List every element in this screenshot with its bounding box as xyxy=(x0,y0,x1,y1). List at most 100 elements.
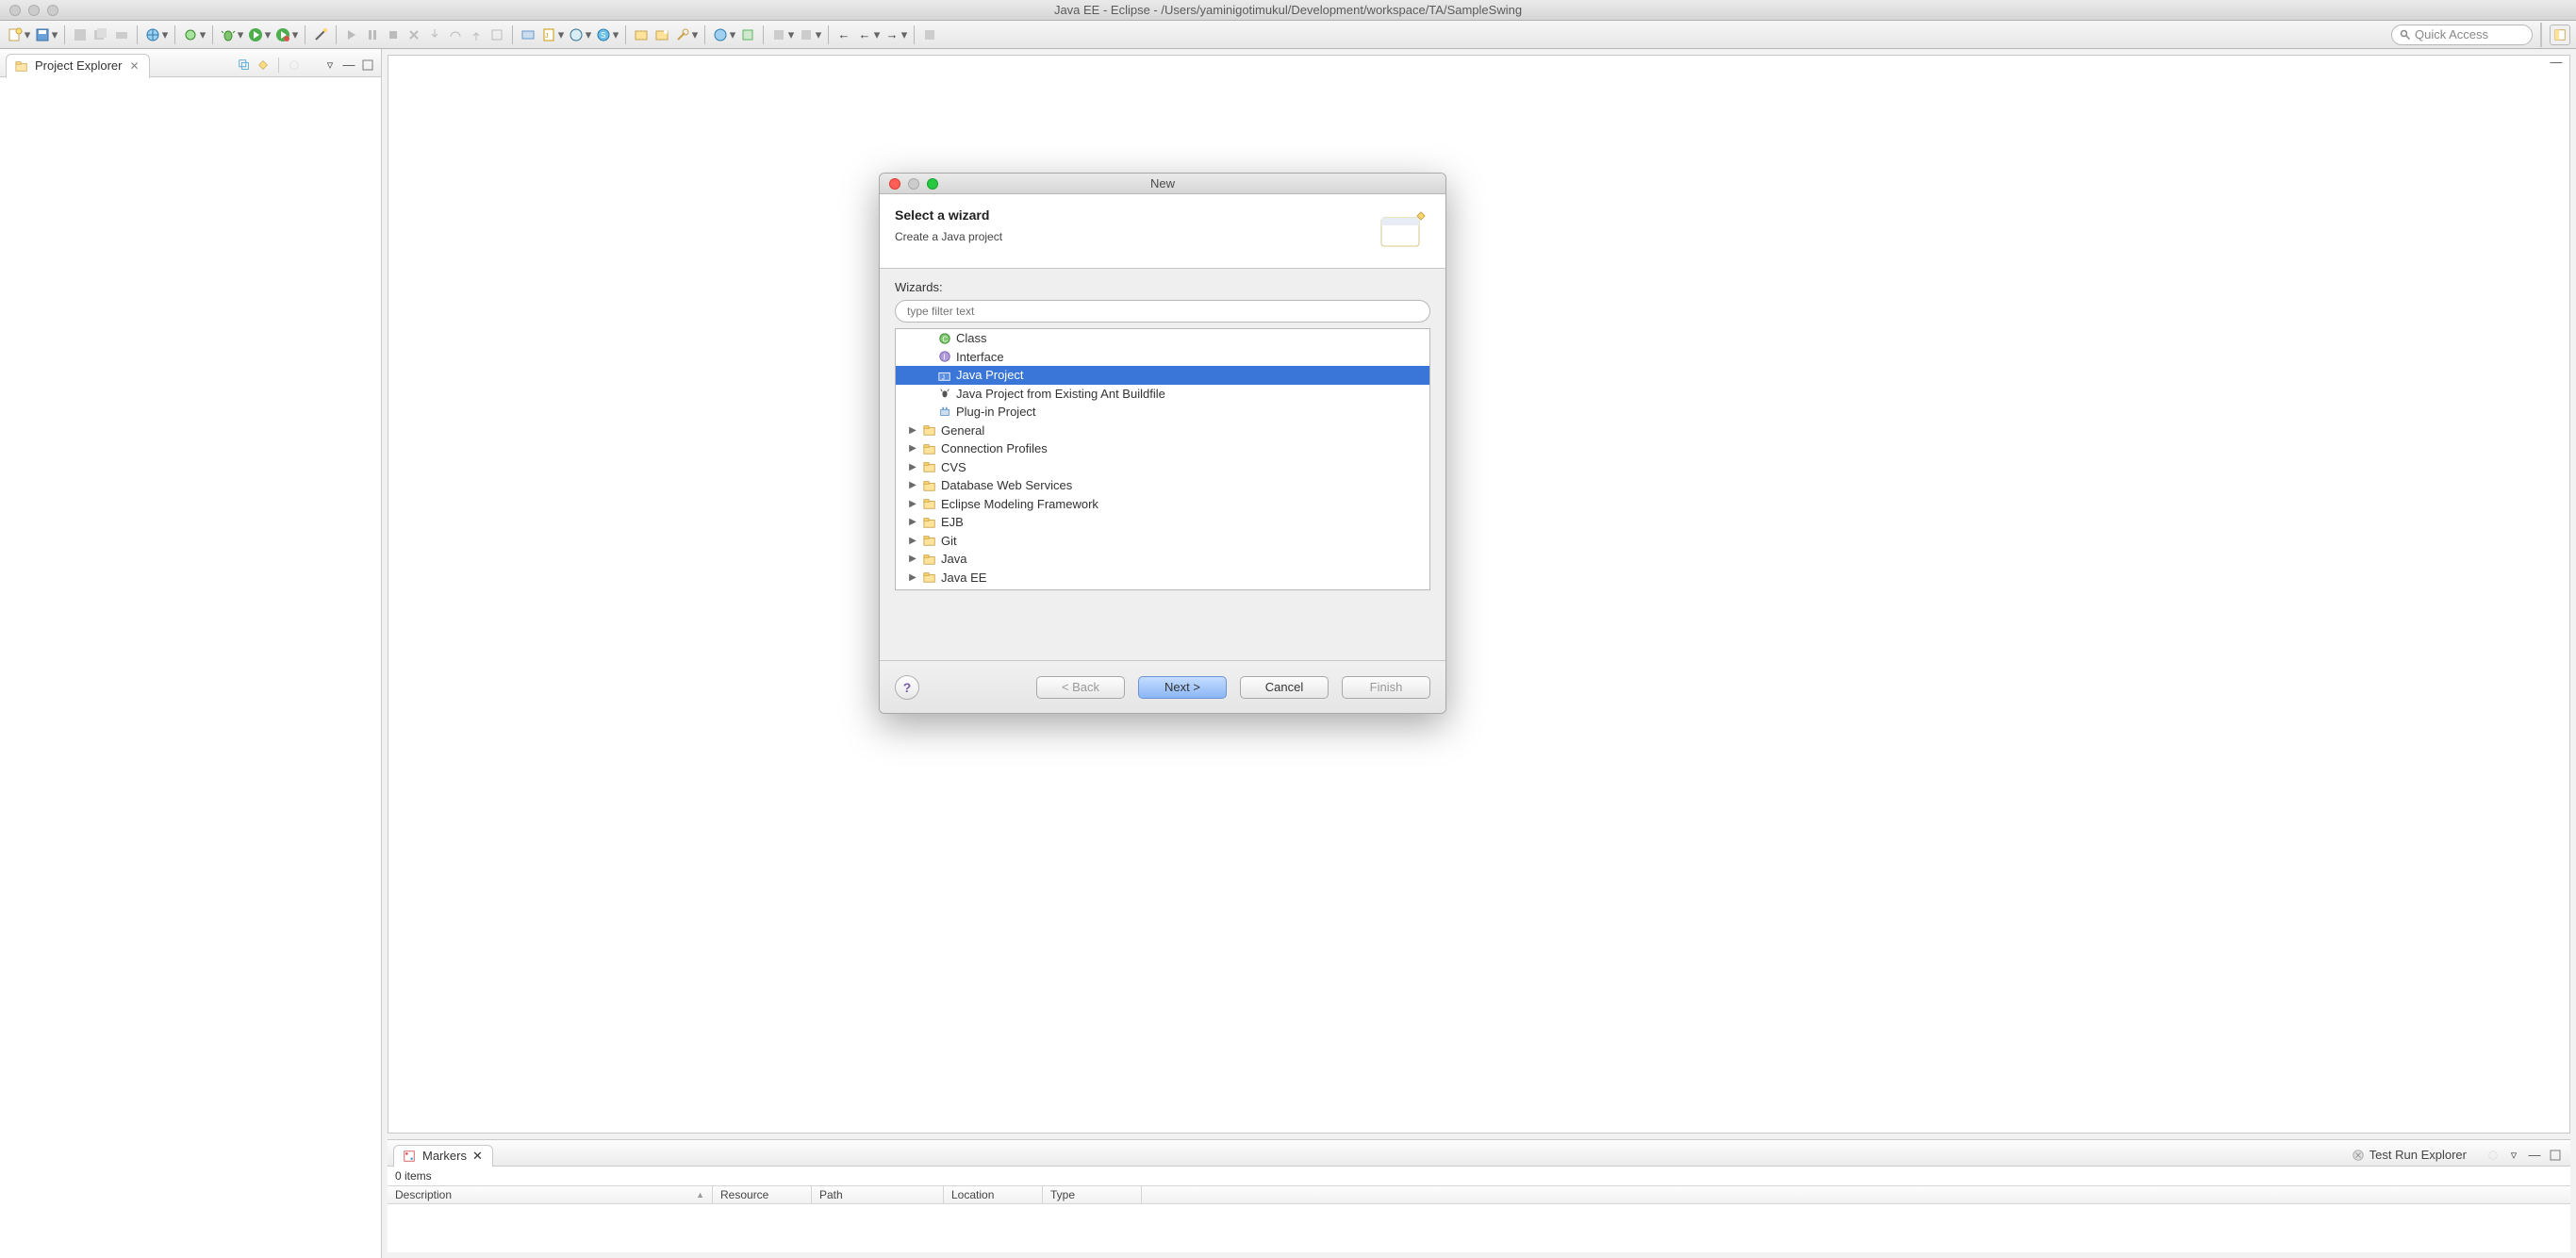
cancel-button[interactable]: Cancel xyxy=(1240,676,1329,699)
save-disabled-icon xyxy=(71,25,90,44)
minimize-editor-icon[interactable]: — xyxy=(2549,54,2564,69)
new-server-icon[interactable] xyxy=(519,25,537,44)
close-icon[interactable]: ✕ xyxy=(472,1149,483,1164)
wand-icon[interactable] xyxy=(311,25,330,44)
help-button[interactable]: ? xyxy=(895,675,919,700)
collapse-all-icon[interactable] xyxy=(237,58,252,73)
run-icon[interactable] xyxy=(246,25,265,44)
disclosure-triangle-icon[interactable]: ▶ xyxy=(907,572,918,583)
disclosure-triangle-icon[interactable]: ▶ xyxy=(907,517,918,527)
wizard-tree-item[interactable]: ▶CClass xyxy=(896,329,1429,348)
globe-icon[interactable] xyxy=(143,25,162,44)
maximize-view-icon[interactable] xyxy=(360,58,375,73)
project-explorer-body[interactable] xyxy=(0,77,381,1258)
wizard-tree-item-label: Java Project from Existing Ant Buildfile xyxy=(956,387,1165,401)
dropdown-caret-icon[interactable]: ▾ xyxy=(237,27,244,42)
dropdown-caret-icon[interactable]: ▾ xyxy=(729,27,736,42)
markers-tab-label: Markers xyxy=(422,1149,467,1163)
class-icon: C xyxy=(937,331,952,346)
dropdown-caret-icon[interactable]: ▾ xyxy=(557,27,565,42)
dropdown-caret-icon[interactable]: ▾ xyxy=(24,27,31,42)
mini-separator xyxy=(278,58,279,73)
folder-icon xyxy=(922,552,937,567)
disclosure-triangle-icon[interactable]: ▶ xyxy=(907,536,918,546)
test-config-icon[interactable] xyxy=(2485,1148,2501,1163)
new-icon[interactable] xyxy=(6,25,25,44)
dropdown-caret-icon[interactable]: ▾ xyxy=(585,27,592,42)
quick-access-input[interactable]: Quick Access xyxy=(2391,25,2533,45)
wizard-tree-item[interactable]: ▶EJB xyxy=(896,513,1429,532)
new-ejb-icon[interactable]: S xyxy=(594,25,613,44)
dropdown-caret-icon[interactable]: ▾ xyxy=(264,27,272,42)
debug-config-icon[interactable] xyxy=(181,25,200,44)
markers-tab[interactable]: Markers ✕ xyxy=(393,1145,493,1167)
dialog-heading: Select a wizard xyxy=(895,207,1359,223)
markers-icon xyxy=(402,1149,417,1164)
wizard-tree-item[interactable]: ▶Eclipse Modeling Framework xyxy=(896,495,1429,514)
toolbar-separator xyxy=(336,25,337,44)
project-explorer-view: Project Explorer ✕ ▿ — xyxy=(0,49,382,1258)
wizard-tree-item[interactable]: ▶Java xyxy=(896,550,1429,569)
disclosure-triangle-icon[interactable]: ▶ xyxy=(907,554,918,564)
col-resource[interactable]: Resource xyxy=(713,1186,812,1203)
wizard-filter-input[interactable] xyxy=(895,300,1430,323)
wizard-tree-item[interactable]: ▶IInterface xyxy=(896,348,1429,367)
wizard-tree-item[interactable]: ▶Database Web Services xyxy=(896,476,1429,495)
wizard-tree-item[interactable]: ▶Java Project from Existing Ant Buildfil… xyxy=(896,385,1429,404)
col-description[interactable]: Description▲ xyxy=(388,1186,713,1203)
print-icon xyxy=(112,25,131,44)
col-location[interactable]: Location xyxy=(944,1186,1043,1203)
wizard-tree[interactable]: ▶CClass▶IInterface▶JJava Project▶Java Pr… xyxy=(895,328,1430,590)
dropdown-caret-icon[interactable]: ▾ xyxy=(199,27,206,42)
new-servlet-icon[interactable] xyxy=(567,25,586,44)
jpa-icon[interactable] xyxy=(738,25,757,44)
wizard-tree-item[interactable]: ▶Java EE xyxy=(896,569,1429,588)
dropdown-caret-icon[interactable]: ▾ xyxy=(291,27,299,42)
search-icon xyxy=(2400,29,2411,41)
dropdown-caret-icon[interactable]: ▾ xyxy=(612,27,619,42)
view-menu-icon[interactable]: ▿ xyxy=(2506,1148,2521,1163)
disclosure-triangle-icon[interactable]: ▶ xyxy=(907,443,918,454)
col-type[interactable]: Type xyxy=(1043,1186,1142,1203)
view-menu-icon[interactable]: ▿ xyxy=(322,58,338,73)
save-icon[interactable] xyxy=(33,25,52,44)
folder-icon xyxy=(922,441,937,456)
web-browser-icon[interactable] xyxy=(711,25,730,44)
wizard-tree-item[interactable]: ▶Connection Profiles xyxy=(896,439,1429,458)
step-into-icon xyxy=(425,25,444,44)
open-type-icon[interactable] xyxy=(632,25,651,44)
test-explorer-close-icon[interactable] xyxy=(2351,1148,2366,1163)
open-perspective-button[interactable] xyxy=(2550,25,2570,45)
disclosure-triangle-icon[interactable]: ▶ xyxy=(907,462,918,472)
search-task-icon[interactable] xyxy=(673,25,692,44)
disclosure-triangle-icon[interactable]: ▶ xyxy=(907,425,918,436)
dialog-buttons: < Back Next > Cancel Finish xyxy=(1036,676,1430,699)
test-run-explorer-label[interactable]: Test Run Explorer xyxy=(2370,1148,2467,1162)
new-jsp-icon[interactable]: J xyxy=(539,25,558,44)
project-explorer-tab[interactable]: Project Explorer ✕ xyxy=(6,54,150,78)
col-path[interactable]: Path xyxy=(812,1186,944,1203)
wizard-tree-item[interactable]: ▶JJava Project xyxy=(896,366,1429,385)
maximize-view-icon[interactable] xyxy=(2548,1148,2563,1163)
minimize-view-icon[interactable]: — xyxy=(2527,1148,2542,1163)
close-icon[interactable]: ✕ xyxy=(129,59,139,73)
wizard-tree-item[interactable]: ▶Plug-in Project xyxy=(896,403,1429,422)
next-button[interactable]: Next > xyxy=(1138,676,1227,699)
minimize-view-icon[interactable]: — xyxy=(341,58,356,73)
wizard-tree-item[interactable]: ▶Git xyxy=(896,532,1429,551)
dropdown-caret-icon[interactable]: ▾ xyxy=(51,27,58,42)
wizard-tree-item[interactable]: ▶General xyxy=(896,422,1429,440)
link-editor-icon[interactable] xyxy=(256,58,271,73)
disclosure-triangle-icon[interactable]: ▶ xyxy=(907,499,918,509)
open-task-icon[interactable] xyxy=(652,25,671,44)
dropdown-caret-icon[interactable]: ▾ xyxy=(161,27,169,42)
dropdown-caret-icon[interactable]: ▾ xyxy=(691,27,699,42)
disclosure-triangle-icon[interactable]: ▶ xyxy=(907,480,918,490)
run-last-icon[interactable] xyxy=(273,25,292,44)
editor-canvas[interactable] xyxy=(388,68,2570,1134)
bug-icon[interactable] xyxy=(219,25,238,44)
dropdown-caret-icon: ▾ xyxy=(815,27,822,42)
project-explorer-toolbar: ▿ — xyxy=(237,58,381,73)
wizard-tree-item[interactable]: ▶CVS xyxy=(896,458,1429,477)
dialog-titlebar: New xyxy=(880,174,1445,194)
